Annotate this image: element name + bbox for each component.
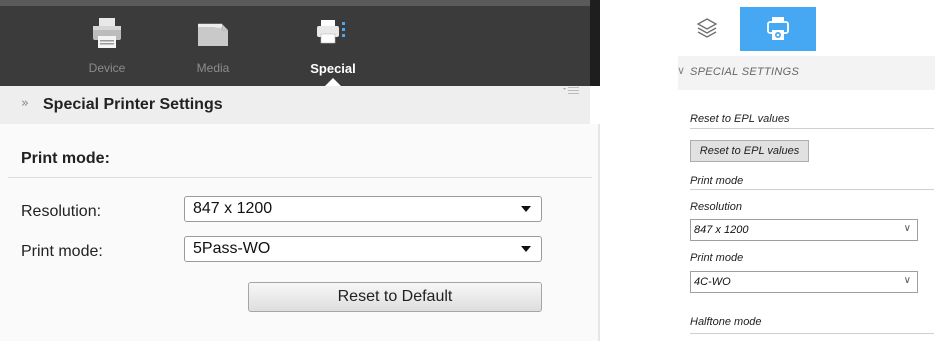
reset-to-epl-button[interactable]: Reset to EPL values [690,140,809,162]
print-mode-label: Print mode: [21,243,103,260]
section-title: Special Printer Settings [43,96,223,113]
chevron-down-icon: ∨ [903,223,911,234]
dropdown-arrow-icon [521,246,531,252]
print-mode-select[interactable]: 5Pass-WO [184,236,542,262]
print-mode-label: Print mode [690,252,744,264]
print-mode-heading: Print mode: [21,150,110,167]
divider [690,128,934,129]
media-icon [198,23,228,46]
resolution-select[interactable]: 847 x 1200 [184,196,542,222]
halftone-mode-label: Halftone mode [690,316,762,328]
reset-epl-heading: Reset to EPL values [690,113,790,125]
toolbar-edge [590,0,600,86]
reset-to-default-button[interactable]: Reset to Default [248,282,542,312]
tab-special-settings[interactable] [740,7,816,51]
divider [690,189,934,190]
special-settings-title: SPECIAL SETTINGS [690,66,800,78]
printer-settings-icon [767,17,789,40]
print-mode-select[interactable]: 4C-WO ∨ [690,271,918,293]
resolution-value: 847 x 1200 [193,200,273,217]
resolution-label: Resolution [690,201,742,213]
active-tab-indicator [325,78,341,86]
print-mode-value: 5Pass-WO [193,240,271,257]
resolution-label: Resolution: [21,203,102,220]
tab-special-label: Special [310,61,356,76]
resolution-select[interactable]: 847 x 1200 ∨ [690,219,918,241]
collapse-icon[interactable]: » [21,96,29,111]
panel-options-icon[interactable] [562,86,580,98]
print-mode-value: 4C-WO [694,276,731,288]
special-printer-icon [317,20,345,44]
resolution-value: 847 x 1200 [694,224,749,236]
tab-special[interactable]: Special [293,12,373,82]
tab-media-label: Media [196,61,230,75]
left-settings-panel: Device Media Special » Special Printer S… [0,0,600,341]
dropdown-arrow-icon [521,206,531,212]
chevron-down-icon: ∨ [903,275,911,286]
tab-media[interactable]: Media [173,12,253,82]
tab-layers[interactable] [678,7,736,51]
print-mode-heading: Print mode [690,175,744,187]
tab-device[interactable]: Device [67,12,147,82]
printer-icon [93,18,121,48]
tab-device-label: Device [88,61,126,75]
chevron-down-icon[interactable]: ∨ [677,64,685,77]
layers-icon [696,18,718,38]
divider [8,177,592,178]
divider [690,333,934,334]
